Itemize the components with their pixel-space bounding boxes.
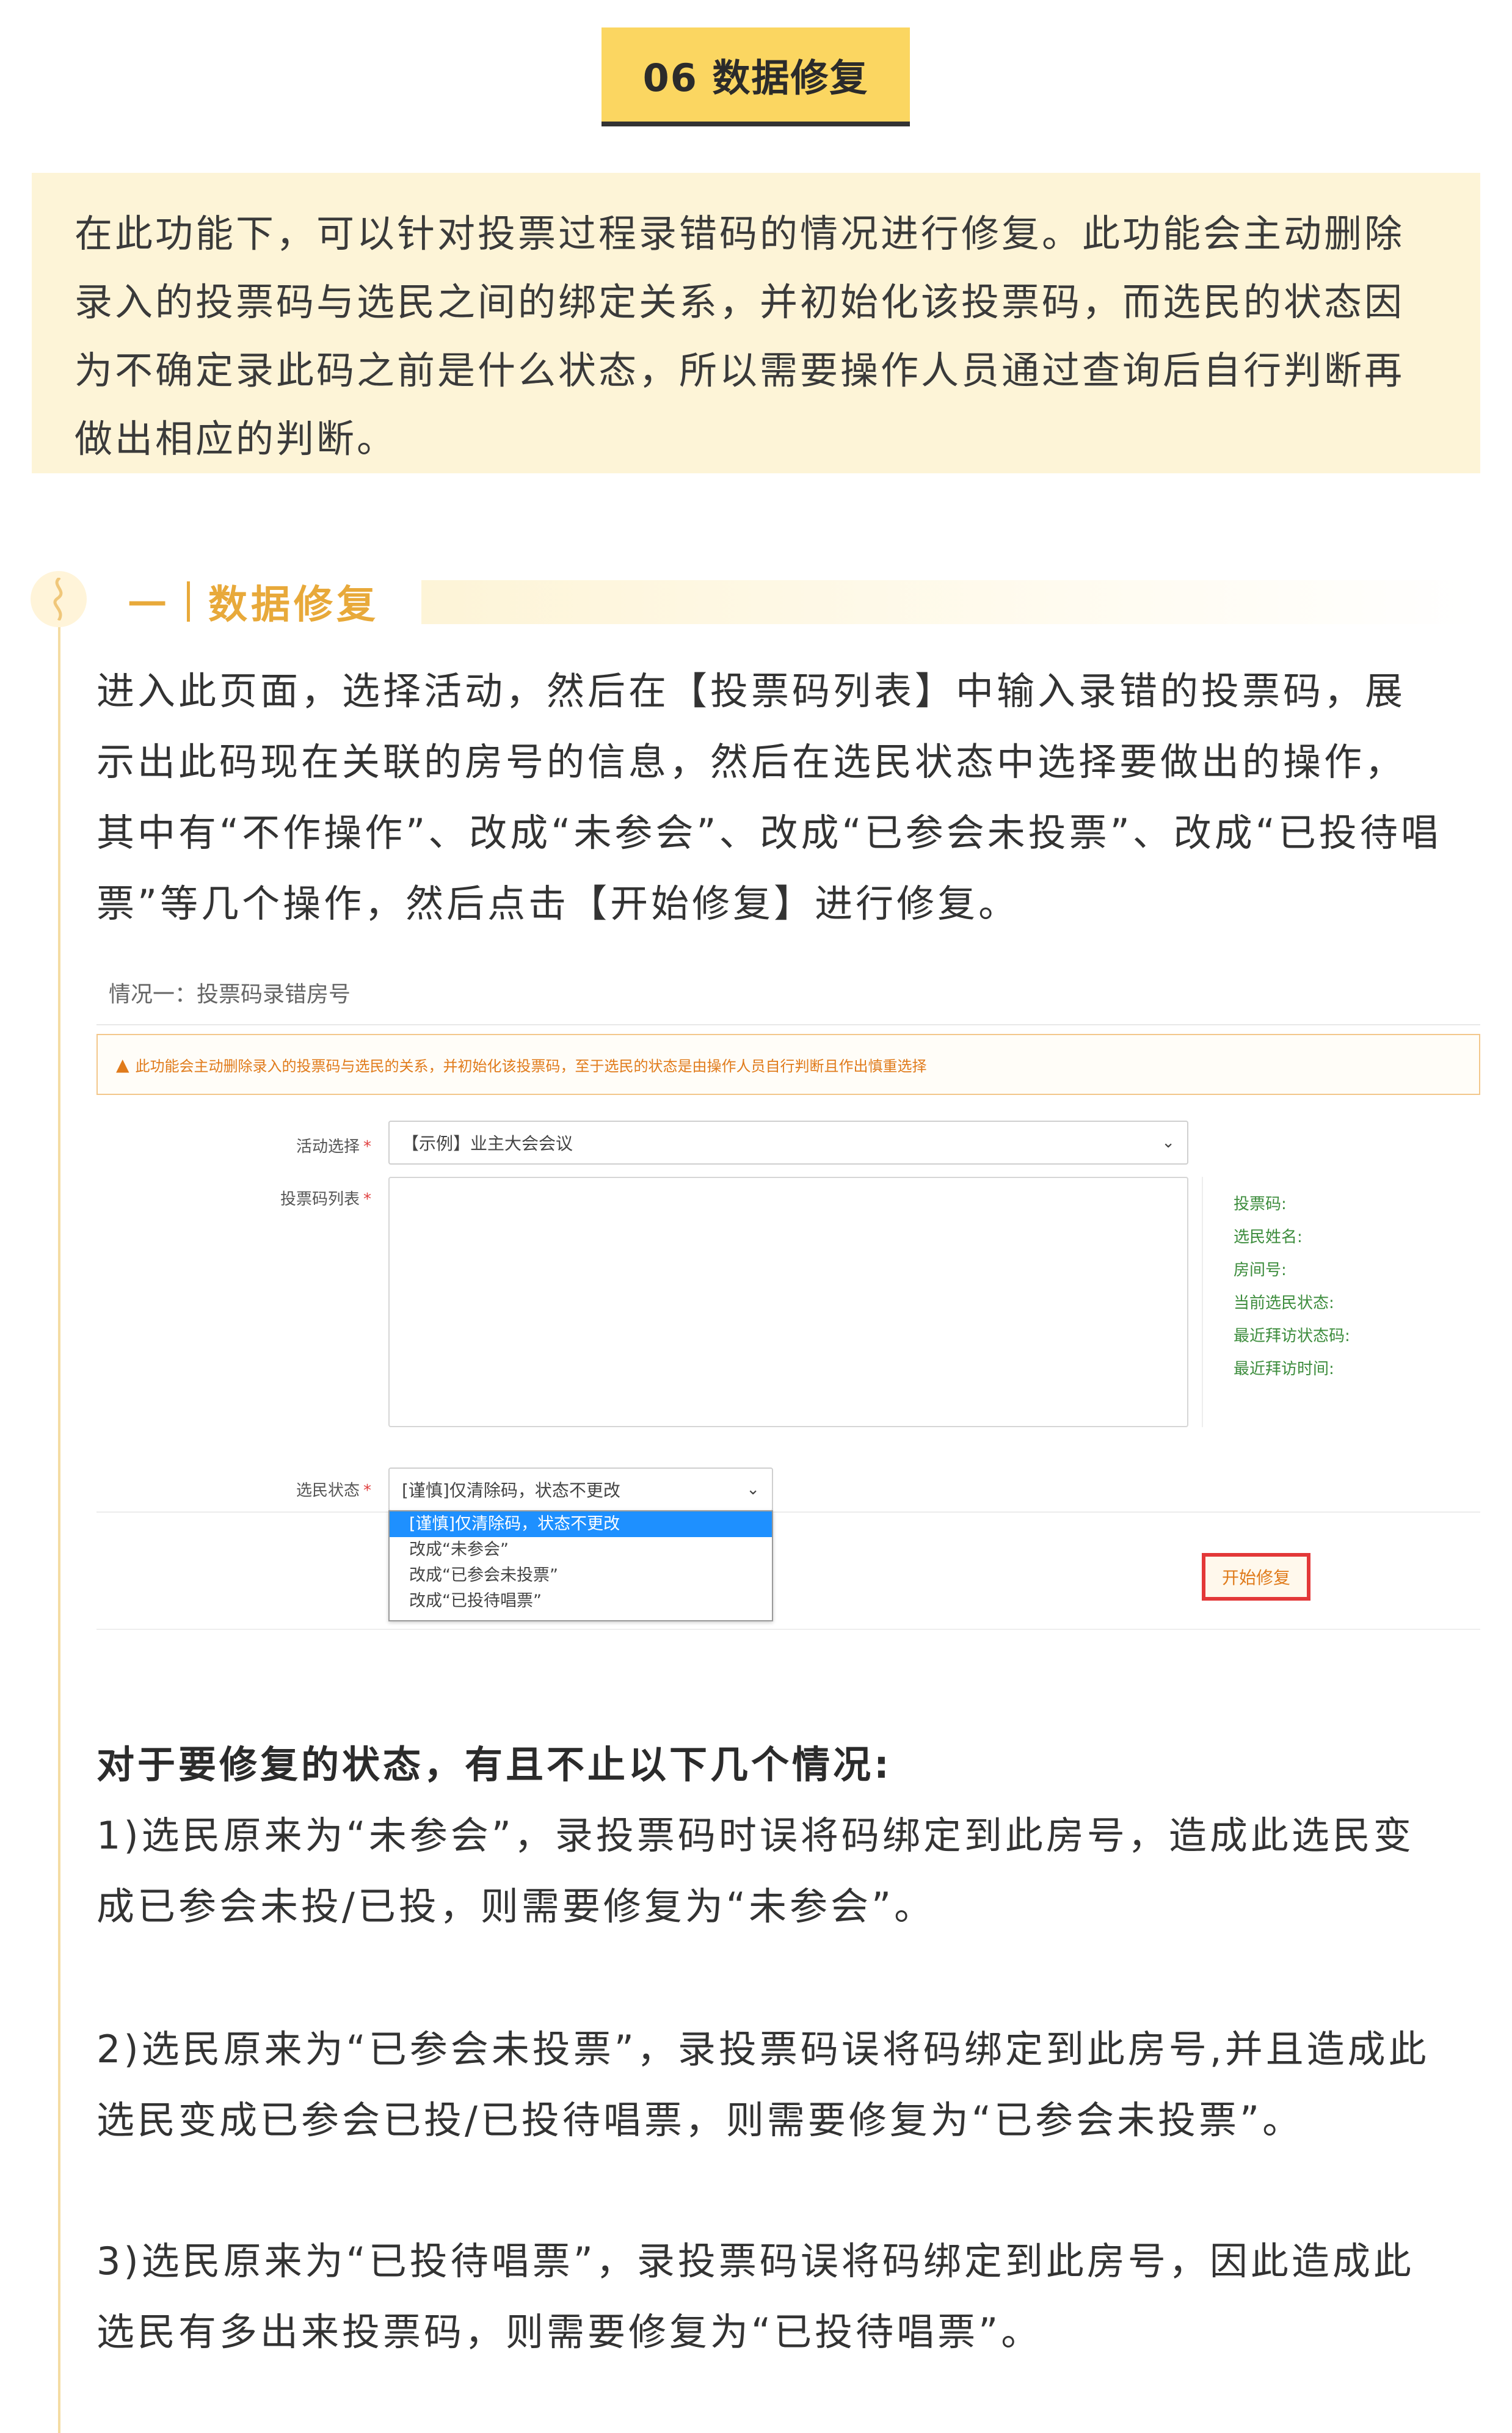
code-info-panel: 投票码: 选民姓名: 房间号: 当前选民状态: 最近拜访状态码: 最近拜访时间: — [1202, 1177, 1480, 1427]
dropdown-option[interactable]: [谨慎]仅清除码，状态不更改 — [390, 1511, 772, 1537]
section-divider — [187, 581, 191, 622]
activity-select-value: 【示例】业主大会会议 — [402, 1133, 573, 1154]
dropdown-option[interactable]: 改成“已参会未投票” — [390, 1563, 772, 1588]
divider — [96, 1024, 1480, 1025]
paragraph-line: 示出此码现在关联的房号的信息，然后在选民状态中选择要做出的操作， — [96, 740, 1406, 784]
intro-callout: 在此功能下，可以针对投票过程录错码的情况进行修复。此功能会主动删除 录入的投票码… — [32, 173, 1480, 473]
paragraph-line: 其中有“不作操作”、改成“未参会”、改成“已参会未投票”、改成“已投待唱 — [96, 810, 1442, 855]
embedded-form-screenshot: 情况一：投票码录错房号 ▲ 此功能会主动删除录入的投票码与选民的关系，并初始化该… — [96, 968, 1480, 1634]
code-list-label: 投票码列表 * — [188, 1187, 371, 1209]
paragraph-line: 成已参会未投/已投，则需要修复为“未参会”。 — [96, 1884, 936, 1929]
required-mark: * — [363, 1482, 371, 1500]
cases-heading: 对于要修复的状态，有且不止以下几个情况: — [96, 1742, 892, 1787]
dropdown-option[interactable]: 改成“已投待唱票” — [390, 1588, 772, 1614]
dropdown-option[interactable]: 改成“未参会” — [390, 1537, 772, 1563]
paragraph-line: 选民有多出来投票码，则需要修复为“已投待唱票”。 — [96, 2310, 1042, 2354]
paragraph-line: 2)选民原来为“已参会未投票”，录投票码误将码绑定到此房号,并且造成此 — [96, 2027, 1430, 2071]
label-text: 活动选择 — [296, 1138, 360, 1156]
intro-line: 做出相应的判断。 — [75, 416, 398, 461]
paragraph-line: 3)选民原来为“已投待唱票”，录投票码误将码绑定到此房号，因此造成此 — [96, 2239, 1414, 2283]
paragraph-line: 1)选民原来为“未参会”，录投票码时误将码绑定到此房号，造成此选民变 — [96, 1813, 1414, 1858]
info-field: 投票码: — [1234, 1195, 1287, 1213]
case-paragraph-3: 3)选民原来为“已投待唱票”，录投票码误将码绑定到此房号，因此造成此 选民有多出… — [96, 2226, 1483, 2368]
section-heading: 数据修复 — [208, 583, 380, 628]
activity-select[interactable]: 【示例】业主大会会议 ⌄ — [388, 1121, 1188, 1165]
section-header-highlight — [421, 580, 1480, 624]
section-number: 一 — [128, 583, 167, 627]
chevron-down-icon: ⌄ — [1161, 1133, 1175, 1152]
intro-line: 为不确定录此码之前是什么状态，所以需要操作人员通过查询后自行判断再 — [75, 348, 1405, 393]
voter-status-dropdown: [谨慎]仅清除码，状态不更改 改成“未参会” 改成“已参会未投票” 改成“已投待… — [388, 1510, 773, 1621]
activity-label: 活动选择 * — [188, 1134, 371, 1157]
info-field: 最近拜访时间: — [1234, 1360, 1334, 1378]
required-mark: * — [363, 1138, 371, 1156]
form-title: 情况一：投票码录错房号 — [109, 982, 351, 1007]
voter-status-select[interactable]: [谨慎]仅清除码，状态不更改 ⌄ — [388, 1467, 773, 1511]
paragraph-line: 进入此页面，选择活动，然后在【投票码列表】中输入录错的投票码，展 — [96, 669, 1406, 713]
ribbon-ornament-icon — [31, 571, 87, 627]
section-header: 一 数据修复 — [128, 571, 379, 632]
intro-line: 在此功能下，可以针对投票过程录错码的情况进行修复。此功能会主动删除 — [75, 211, 1405, 256]
info-field: 房间号: — [1234, 1261, 1287, 1279]
paragraph-line: 票”等几个操作，然后点击【开始修复】进行修复。 — [96, 881, 1020, 926]
warning-icon: ▲ — [116, 1054, 129, 1075]
warning-banner: ▲ 此功能会主动删除录入的投票码与选民的关系，并初始化该投票码，至于选民的状态是… — [96, 1034, 1480, 1095]
info-field: 最近拜访状态码: — [1234, 1327, 1350, 1345]
decorative-vertical-line — [58, 617, 60, 2433]
warning-text: 此功能会主动删除录入的投票码与选民的关系，并初始化该投票码，至于选民的状态是由操… — [135, 1057, 927, 1075]
label-text: 投票码列表 — [280, 1190, 360, 1209]
chevron-down-icon: ⌄ — [746, 1480, 760, 1499]
intro-line: 录入的投票码与选民之间的绑定关系，并初始化该投票码，而选民的状态因 — [75, 280, 1405, 324]
required-mark: * — [363, 1190, 371, 1209]
voter-status-label: 选民状态 * — [188, 1478, 371, 1500]
info-field: 当前选民状态: — [1234, 1294, 1334, 1312]
divider — [96, 1629, 1480, 1630]
case-paragraph-1: 1)选民原来为“未参会”，录投票码时误将码绑定到此房号，造成此选民变 成已参会未… — [96, 1800, 1483, 1942]
voter-status-select-value: [谨慎]仅清除码，状态不更改 — [402, 1480, 620, 1500]
start-repair-button[interactable]: 开始修复 — [1202, 1553, 1310, 1601]
instruction-paragraph: 进入此页面，选择活动，然后在【投票码列表】中输入录错的投票码，展 示出此码现在关… — [96, 656, 1483, 939]
label-text: 选民状态 — [296, 1482, 360, 1500]
info-field: 选民姓名: — [1234, 1228, 1303, 1246]
case-paragraph-2: 2)选民原来为“已参会未投票”，录投票码误将码绑定到此房号,并且造成此 选民变成… — [96, 2014, 1483, 2156]
section-title-badge: 06 数据修复 — [602, 27, 910, 126]
divider — [96, 1511, 1480, 1513]
code-list-textarea[interactable] — [388, 1177, 1188, 1427]
paragraph-line: 选民变成已参会已投/已投待唱票，则需要修复为“已参会未投票”。 — [96, 2098, 1304, 2142]
